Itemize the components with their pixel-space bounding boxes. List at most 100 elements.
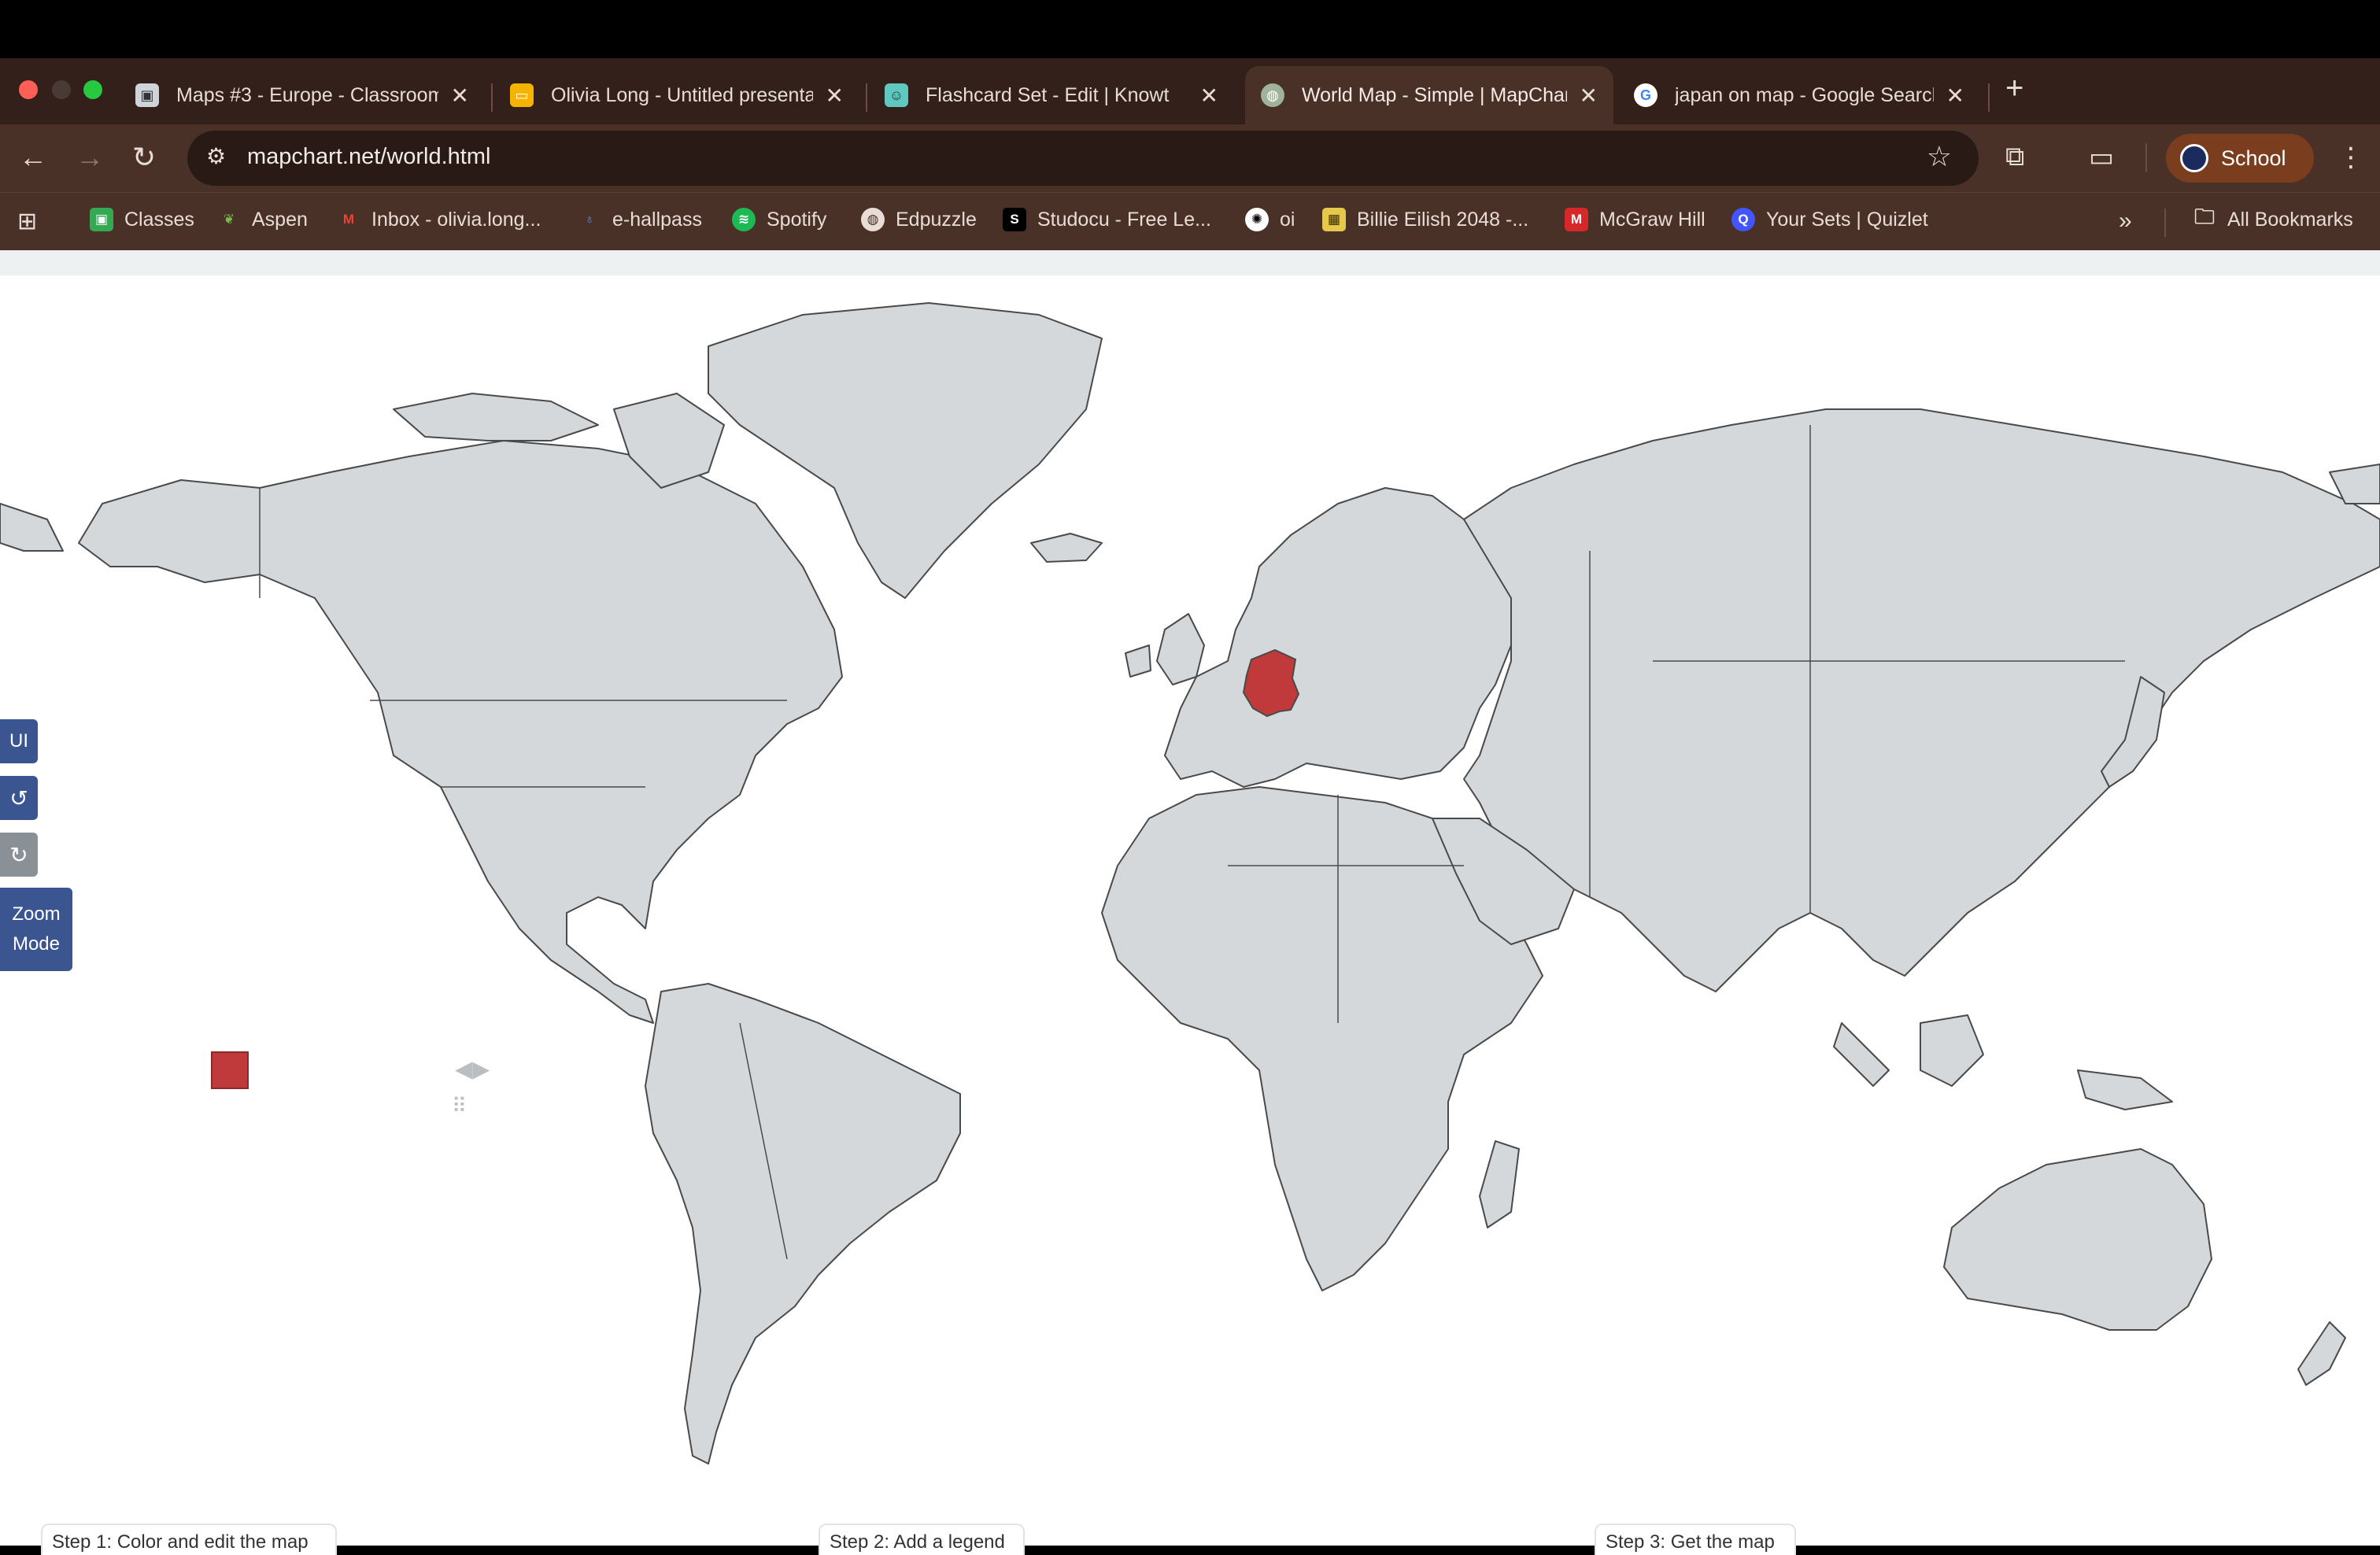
- undo-button[interactable]: ↺: [0, 776, 38, 820]
- country-germany[interactable]: [1242, 648, 1300, 718]
- profile-label: School: [2221, 146, 2286, 170]
- new-guinea[interactable]: [2077, 1069, 2173, 1110]
- slides-icon: ▭: [510, 83, 534, 107]
- tab-title: Flashcard Set - Edit | Knowt: [926, 83, 1170, 106]
- close-tab-icon[interactable]: ✕: [451, 83, 469, 109]
- borneo[interactable]: [1920, 1014, 1984, 1087]
- kebab-menu-icon[interactable]: ⋮: [2338, 142, 2364, 173]
- bookmark-aspen[interactable]: ❦ Aspen: [217, 208, 308, 231]
- step-3-card[interactable]: Step 3: Get the map: [1595, 1524, 1796, 1555]
- step-2-card[interactable]: Step 2: Add a legend: [819, 1524, 1025, 1555]
- macos-menubar-area: [0, 0, 2380, 58]
- folder-icon: 🗀: [2193, 205, 2215, 228]
- tab-mapchart[interactable]: ◍ World Map - Simple | MapChart ✕: [1245, 66, 1613, 124]
- address-bar[interactable]: ⚙ mapchart.net/world.html ☆: [187, 131, 1979, 186]
- bookmark-label: Studocu - Free Le...: [1037, 208, 1211, 231]
- bookmark-spotify[interactable]: ≋ Spotify: [732, 208, 826, 231]
- tab-separator: [866, 83, 867, 112]
- cast-search-icon[interactable]: ▭: [2089, 142, 2114, 173]
- bookmark-label: Edpuzzle: [896, 208, 977, 231]
- extensions-icon[interactable]: ⧉: [2005, 142, 2024, 172]
- more-bookmarks-chevron-icon[interactable]: »: [2119, 208, 2132, 235]
- forward-arrow-icon[interactable]: →: [76, 139, 104, 176]
- ui-toggle-label: UI: [9, 730, 28, 752]
- mcgraw-hill-icon: M: [1565, 208, 1588, 231]
- alaska-west[interactable]: [0, 503, 64, 552]
- bookmark-e-hallpass[interactable]: ♁ e-hallpass: [578, 208, 702, 231]
- tab-knowt[interactable]: ☺ Flashcard Set - Edit | Knowt ✕: [869, 66, 1234, 124]
- tab-title: japan on map - Google Search: [1675, 83, 1934, 106]
- bookmark-label: oi: [1280, 208, 1295, 231]
- redo-button[interactable]: ↻: [0, 833, 38, 877]
- classroom-icon: ▣: [135, 83, 159, 107]
- bookmark-label: Inbox - olivia.long...: [371, 208, 541, 231]
- bookmark-quizlet[interactable]: Q Your Sets | Quizlet: [1731, 208, 1928, 231]
- zoom-mode-button[interactable]: Zoom Mode: [0, 888, 72, 971]
- tab-google-search[interactable]: G japan on map - Google Search ✕: [1618, 66, 1980, 124]
- tab-slides[interactable]: ▭ Olivia Long - Untitled presentation ✕: [494, 66, 859, 124]
- close-tab-icon[interactable]: ✕: [1200, 83, 1218, 109]
- south-america[interactable]: [645, 983, 961, 1465]
- knowt-icon: ☺: [885, 83, 908, 107]
- australia[interactable]: [1943, 1148, 2212, 1331]
- tab-title: World Map - Simple | MapChart: [1302, 83, 1567, 106]
- close-window-button[interactable]: [19, 80, 38, 99]
- page-content: UI ↺ ↻ Zoom Mode ◂▸ ⠿ Step 1: Color and …: [0, 250, 2380, 1555]
- selected-color-swatch[interactable]: [211, 1051, 249, 1089]
- close-tab-icon[interactable]: ✕: [826, 83, 844, 109]
- minimize-window-button[interactable]: [52, 80, 71, 99]
- great-britain[interactable]: [1156, 613, 1205, 685]
- all-bookmarks-folder[interactable]: 🗀 All Bookmarks: [2193, 205, 2353, 231]
- bookmark-star-icon[interactable]: ☆: [1927, 140, 1952, 173]
- bookmark-oi[interactable]: ✺ oi: [1245, 208, 1295, 231]
- bookmark-gmail[interactable]: M Inbox - olivia.long...: [337, 208, 541, 231]
- aspen-leaf-icon: ❦: [223, 212, 235, 227]
- site-settings-icon[interactable]: ⚙: [206, 143, 226, 169]
- resize-grip-icon[interactable]: ⠿: [452, 1094, 467, 1118]
- reload-icon[interactable]: ↻: [132, 139, 156, 176]
- tab-separator: [1988, 83, 1990, 112]
- new-zealand[interactable]: [2297, 1321, 2346, 1386]
- close-tab-icon[interactable]: ✕: [1580, 83, 1598, 109]
- hallpass-icon: ♁: [584, 212, 595, 227]
- avatar: [2180, 144, 2208, 172]
- spotify-icon: ≋: [732, 208, 756, 231]
- profile-button[interactable]: School: [2166, 134, 2314, 183]
- step-1-title: Step 1: Color and edit the map: [52, 1531, 309, 1553]
- bookmark-label: Your Sets | Quizlet: [1766, 208, 1928, 231]
- step-2-title: Step 2: Add a legend: [830, 1531, 1005, 1553]
- arctic-islands[interactable]: [393, 393, 599, 441]
- resize-handle-icon[interactable]: ◂▸: [455, 1051, 490, 1086]
- new-tab-button[interactable]: +: [2005, 71, 2023, 106]
- north-america[interactable]: [78, 440, 843, 1024]
- bookmark-studocu[interactable]: S Studocu - Free Le...: [1003, 208, 1211, 231]
- world-map[interactable]: [0, 250, 2380, 1546]
- bookmark-mcgraw-hill[interactable]: M McGraw Hill: [1565, 208, 1706, 231]
- iceland[interactable]: [1030, 533, 1103, 563]
- url-text[interactable]: mapchart.net/world.html: [247, 144, 490, 170]
- bookmark-edpuzzle[interactable]: ◍ Edpuzzle: [861, 208, 977, 231]
- close-tab-icon[interactable]: ✕: [1946, 83, 1964, 109]
- step-1-card[interactable]: Step 1: Color and edit the map: [41, 1524, 337, 1555]
- asia[interactable]: [1463, 408, 2380, 992]
- madagascar[interactable]: [1479, 1140, 1520, 1228]
- tab-classroom[interactable]: ▣ Maps #3 - Europe - Classroom ✕: [120, 66, 485, 124]
- zoom-mode-label-line1: Zoom: [12, 903, 61, 925]
- browser-toolbar: ← → ↻ ⚙ mapchart.net/world.html ☆ ⧉ ▭ Sc…: [0, 124, 2380, 192]
- globe-icon: ◍: [861, 208, 885, 231]
- classroom-icon: ▣: [90, 208, 113, 231]
- europe[interactable]: [1164, 487, 1512, 788]
- tab-separator: [491, 83, 493, 112]
- bookmark-label: e-hallpass: [612, 208, 702, 231]
- back-arrow-icon[interactable]: ←: [19, 139, 47, 176]
- bookmark-billie-2048[interactable]: ▦ Billie Eilish 2048 -...: [1322, 208, 1528, 231]
- apps-grid-icon[interactable]: ⊞: [17, 208, 37, 235]
- ui-toggle-button[interactable]: UI: [0, 719, 38, 763]
- ireland[interactable]: [1125, 645, 1151, 678]
- openai-icon: ✺: [1245, 208, 1269, 231]
- google-icon: G: [1634, 83, 1658, 107]
- sumatra[interactable]: [1833, 1022, 1890, 1087]
- maximize-window-button[interactable]: [83, 80, 102, 99]
- toolbar-separator: [2145, 143, 2147, 172]
- bookmark-classes[interactable]: ▣ Classes: [90, 208, 194, 231]
